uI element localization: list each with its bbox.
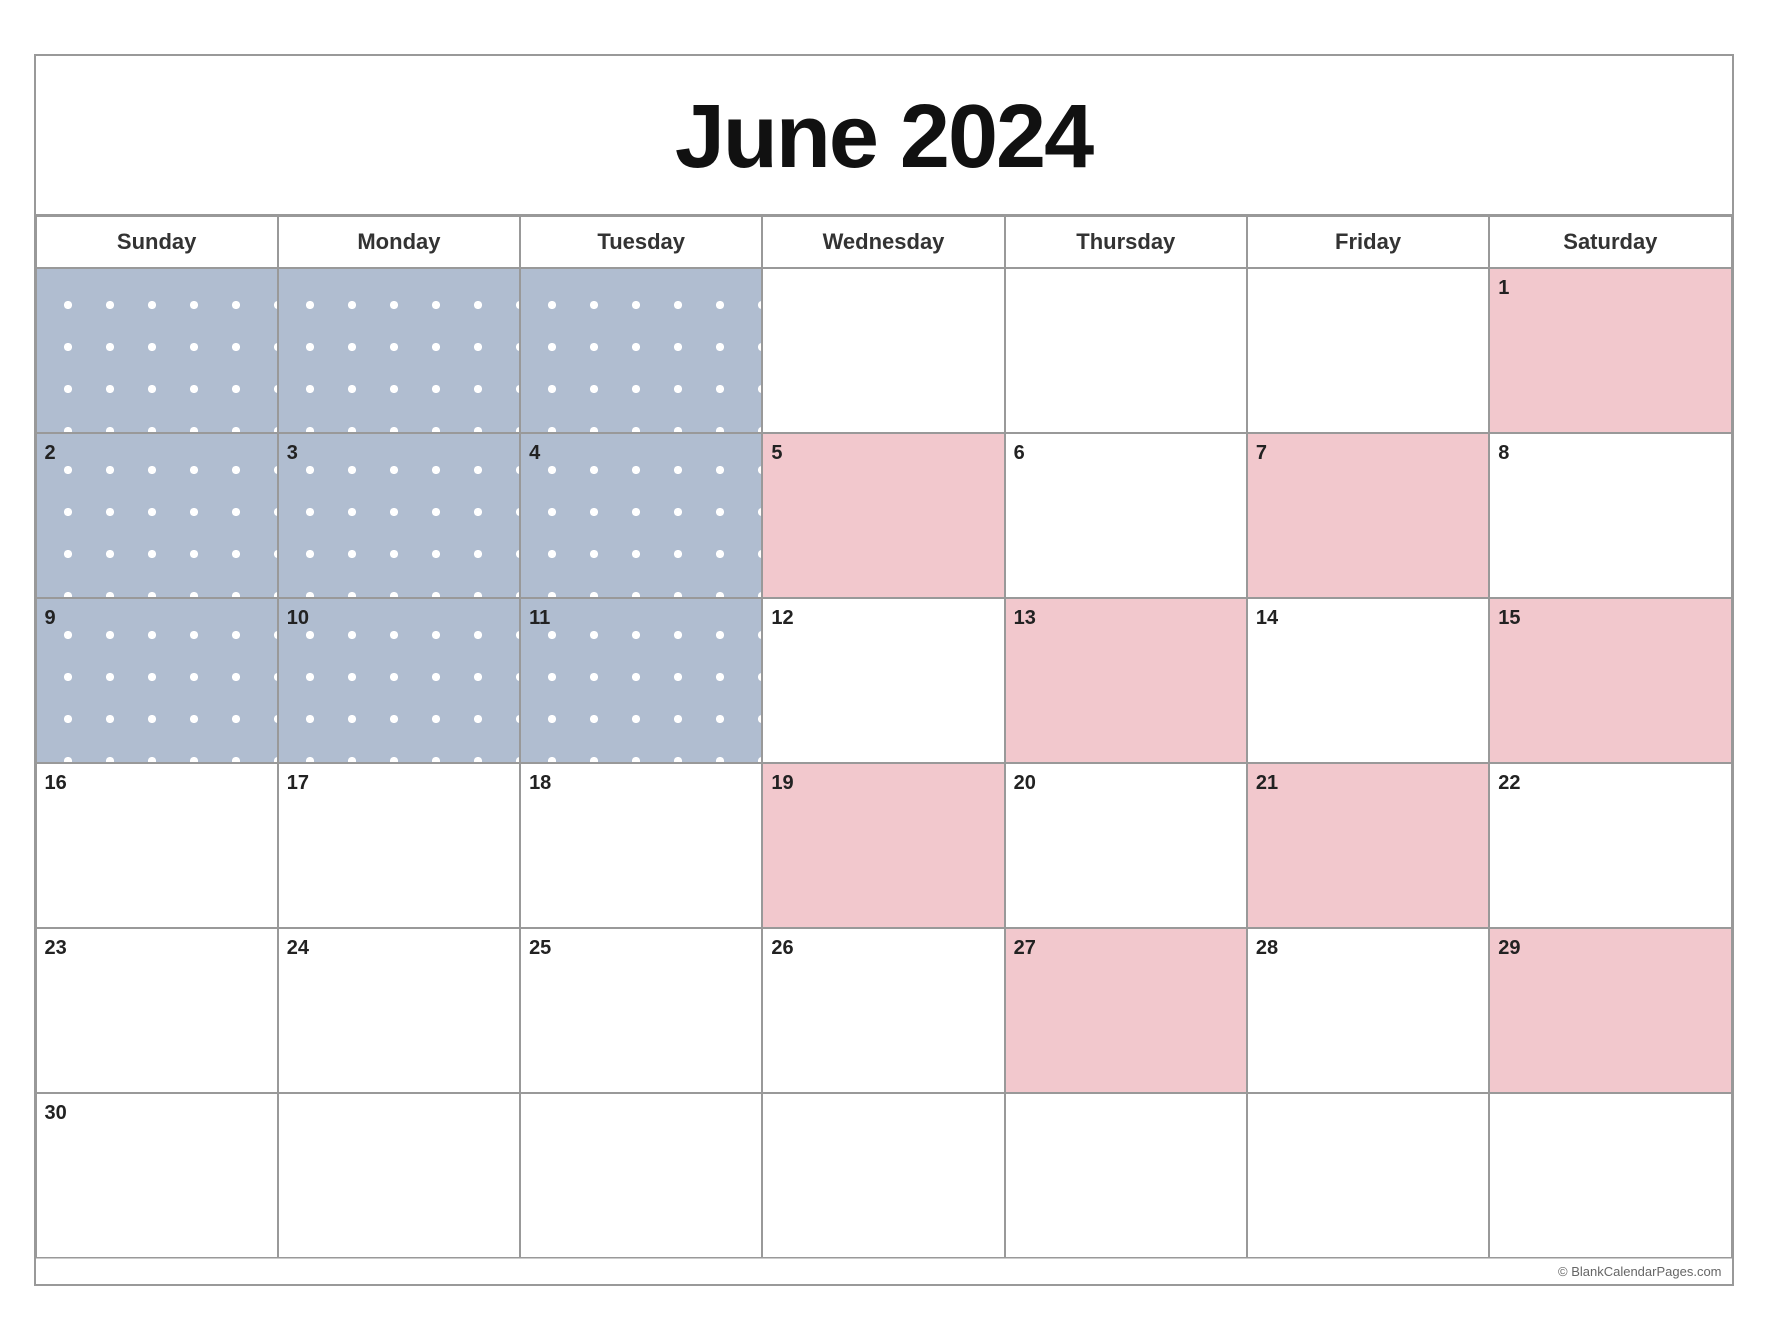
day-cell-w2-tue: 4 <box>520 433 762 598</box>
header-friday: Friday <box>1247 216 1489 268</box>
day-cell-w3-wed: 12 <box>762 598 1004 763</box>
day-cell-w5-fri: 28 <box>1247 928 1489 1093</box>
day-cell-w2-sat: 8 <box>1489 433 1731 598</box>
day-cell-w2-wed: 5 <box>762 433 1004 598</box>
watermark: © BlankCalendarPages.com <box>36 1258 1732 1284</box>
day-cell-w4-mon: 17 <box>278 763 520 928</box>
day-cell-w2-sun: 2 <box>36 433 278 598</box>
day-cell-w6-mon <box>278 1093 520 1258</box>
header-wednesday: Wednesday <box>762 216 1004 268</box>
day-cell-w1-sun <box>36 268 278 433</box>
day-cell-w4-thu: 20 <box>1005 763 1247 928</box>
calendar-title: June 2024 <box>36 56 1732 216</box>
header-monday: Monday <box>278 216 520 268</box>
day-cell-w5-mon: 24 <box>278 928 520 1093</box>
day-cell-w1-tue <box>520 268 762 433</box>
day-cell-w1-thu <box>1005 268 1247 433</box>
day-cell-w6-sun: 30 <box>36 1093 278 1258</box>
day-cell-w1-sat: 1 <box>1489 268 1731 433</box>
day-cell-w6-fri <box>1247 1093 1489 1258</box>
day-cell-w1-mon <box>278 268 520 433</box>
day-cell-w4-tue: 18 <box>520 763 762 928</box>
header-tuesday: Tuesday <box>520 216 762 268</box>
day-cell-w6-thu <box>1005 1093 1247 1258</box>
day-cell-w4-fri: 21 <box>1247 763 1489 928</box>
day-cell-w2-thu: 6 <box>1005 433 1247 598</box>
day-cell-w5-sat: 29 <box>1489 928 1731 1093</box>
day-cell-w4-wed: 19 <box>762 763 1004 928</box>
calendar-grid: Sunday Monday Tuesday Wednesday Thursday… <box>36 216 1732 1258</box>
day-cell-w5-sun: 23 <box>36 928 278 1093</box>
day-cell-w3-thu: 13 <box>1005 598 1247 763</box>
day-cell-w3-fri: 14 <box>1247 598 1489 763</box>
day-cell-w3-tue: 11 <box>520 598 762 763</box>
day-cell-w4-sun: 16 <box>36 763 278 928</box>
header-sunday: Sunday <box>36 216 278 268</box>
header-saturday: Saturday <box>1489 216 1731 268</box>
day-cell-w2-mon: 3 <box>278 433 520 598</box>
day-cell-w5-tue: 25 <box>520 928 762 1093</box>
day-cell-w4-sat: 22 <box>1489 763 1731 928</box>
day-cell-w3-sun: 9 <box>36 598 278 763</box>
day-cell-w5-wed: 26 <box>762 928 1004 1093</box>
header-thursday: Thursday <box>1005 216 1247 268</box>
day-cell-w3-mon: 10 <box>278 598 520 763</box>
day-cell-w3-sat: 15 <box>1489 598 1731 763</box>
day-cell-w1-fri <box>1247 268 1489 433</box>
day-cell-w5-thu: 27 <box>1005 928 1247 1093</box>
day-cell-w2-fri: 7 <box>1247 433 1489 598</box>
day-cell-w1-wed <box>762 268 1004 433</box>
day-cell-w6-sat <box>1489 1093 1731 1258</box>
day-cell-w6-wed <box>762 1093 1004 1258</box>
calendar-container: June 2024 Sunday Monday Tuesday Wednesda… <box>34 54 1734 1286</box>
day-cell-w6-tue <box>520 1093 762 1258</box>
